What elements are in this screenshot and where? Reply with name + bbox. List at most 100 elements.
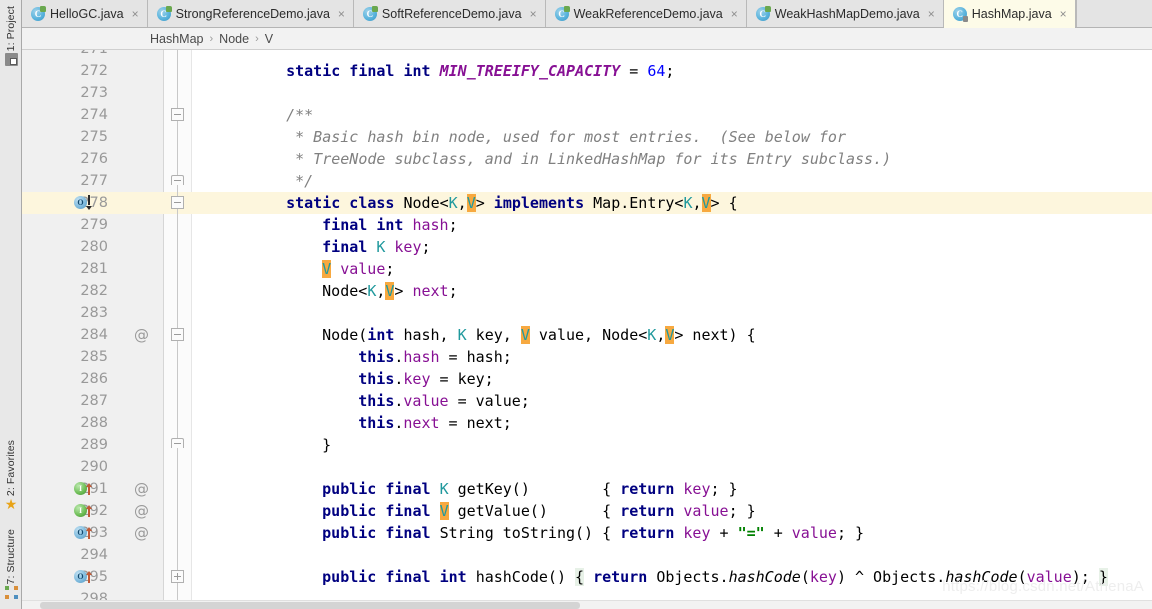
code-token: = [620,62,648,80]
code-token: , [692,194,702,212]
editor-tab-softreferencedemo[interactable]: C SoftReferenceDemo.java × [353,0,546,27]
code-token: key [809,568,837,586]
fold-collapse-constructor-icon[interactable] [171,328,184,341]
editor-tab-label: StrongReferenceDemo.java [175,6,330,21]
line-number: 281 [80,261,108,277]
code-editor[interactable]: 2712722732742752762772782792802812822832… [22,50,1152,609]
code-token: ; [421,238,431,256]
code-line[interactable]: this.key = key; [358,368,493,390]
code-token: = hash; [439,348,512,366]
code-token: ; [385,260,395,278]
overriding-method-icon[interactable]: O [74,526,92,539]
code-token: hash [403,348,440,366]
sidebar-item-favorites[interactable]: 2: Favorites ★ [0,440,22,513]
editor-tab-hashmap[interactable]: C HashMap.java × [943,0,1076,28]
fold-collapse-javadoc-icon[interactable] [171,108,184,121]
editor-tab-weakreferencedemo[interactable]: C WeakReferenceDemo.java × [545,0,747,27]
overriding-method-icon[interactable]: O [74,570,92,583]
fold-region-end-icon[interactable] [171,438,184,448]
code-token: ( [1017,568,1027,586]
code-token: * Basic hash bin node, used for most ent… [286,128,846,146]
code-token: + [710,524,738,542]
code-line[interactable]: final int hash; [322,214,457,236]
code-line[interactable]: V value; [322,258,394,280]
code-text-area[interactable]: static final int MIN_TREEIFY_CAPACITY = … [192,50,1152,609]
horizontal-scrollbar[interactable] [22,600,1152,609]
code-token: 64 [647,62,666,80]
code-line[interactable]: /** [286,104,313,126]
code-line[interactable]: * Basic hash bin node, used for most ent… [286,126,846,148]
code-token: return [593,568,657,586]
implementing-method-icon[interactable]: I [74,504,92,517]
code-line[interactable]: public final String toString() { return … [322,522,864,544]
breadcrumb-item-node[interactable]: Node [219,32,249,46]
code-line[interactable]: public final int hashCode() { return Obj… [322,566,1108,588]
code-token: = next; [439,414,512,432]
close-icon[interactable]: × [731,8,738,20]
breadcrumb-item-hashmap[interactable]: HashMap [150,32,204,46]
editor-gutter[interactable]: 2712722732742752762772782792802812822832… [22,50,192,609]
code-line[interactable]: static class Node<K,V> implements Map.En… [286,192,738,214]
code-token: V [701,194,711,212]
code-token: final [322,216,377,234]
code-line[interactable]: } [322,434,331,456]
code-line[interactable]: * TreeNode subclass, and in LinkedHashMa… [286,148,891,170]
code-token: this [358,392,395,410]
code-token: V [322,260,332,278]
code-line[interactable]: final K key; [322,236,430,258]
chevron-right-icon: › [209,32,214,45]
code-token: ) ^ Objects. [836,568,946,586]
editor-tab-strongreferencedemo[interactable]: C StrongReferenceDemo.java × [147,0,354,27]
editor-tab-label: WeakHashMapDemo.java [774,6,920,21]
code-token: implements [493,194,594,212]
code-token: this [358,414,395,432]
overridden-method-icon[interactable]: O [74,195,92,210]
code-line[interactable]: Node(int hash, K key, V value, Node<K,V>… [322,324,756,346]
breadcrumb-item-v[interactable]: V [265,32,273,46]
code-line[interactable]: this.value = value; [358,390,530,412]
code-token: return [620,502,684,520]
horizontal-scrollbar-thumb[interactable] [40,602,580,609]
code-line[interactable]: public final V getValue() { return value… [322,500,756,522]
sidebar-item-project[interactable]: 1: Project [0,6,22,68]
code-token: V [520,326,530,344]
code-token: Objects. [656,568,729,586]
code-token: ( [800,568,810,586]
code-token: ; [448,282,458,300]
code-line[interactable]: static final int MIN_TREEIFY_CAPACITY = … [286,60,674,82]
code-token: "=" [737,524,765,542]
code-line[interactable]: Node<K,V> next; [322,280,458,302]
sidebar-item-structure[interactable]: 7: Structure [0,529,22,601]
code-line[interactable]: this.next = next; [358,412,512,434]
java-class-icon: C [554,5,570,21]
code-token: { [575,568,585,586]
code-token: String toString() { [439,524,621,542]
fold-collapse-node-class-icon[interactable] [171,196,184,209]
code-line[interactable]: this.hash = hash; [358,346,512,368]
close-icon[interactable]: × [1060,8,1067,20]
close-icon[interactable]: × [928,8,935,20]
implementing-method-icon[interactable]: I [74,482,92,495]
fold-region-end-icon[interactable] [171,175,184,185]
fold-expand-collapsed-icon[interactable] [171,570,184,583]
editor-tab-label: HelloGC.java [50,6,124,21]
line-number: 277 [80,173,108,189]
close-icon[interactable]: × [338,8,345,20]
line-number: 284 [80,327,108,343]
java-class-icon: C [31,5,46,21]
structure-icon [4,586,18,599]
close-icon[interactable]: × [530,8,537,20]
close-icon[interactable]: × [132,8,139,20]
editor-tab-weakhashmapdemo[interactable]: C WeakHashMapDemo.java × [746,0,944,27]
code-token: K [457,326,467,344]
code-token: hash, [403,326,458,344]
code-token: Map.Entry< [593,194,684,212]
code-line[interactable]: */ [286,170,313,192]
editor-tab-hellogc[interactable]: C HelloGC.java × [22,0,148,27]
arrow-down-icon [84,195,93,210]
code-token: ; [448,216,458,234]
code-line[interactable]: public final K getKey() { return key; } [322,478,737,500]
idea-editor-window: 1: Project 2: Favorites ★ 7: Structure C… [0,0,1152,609]
